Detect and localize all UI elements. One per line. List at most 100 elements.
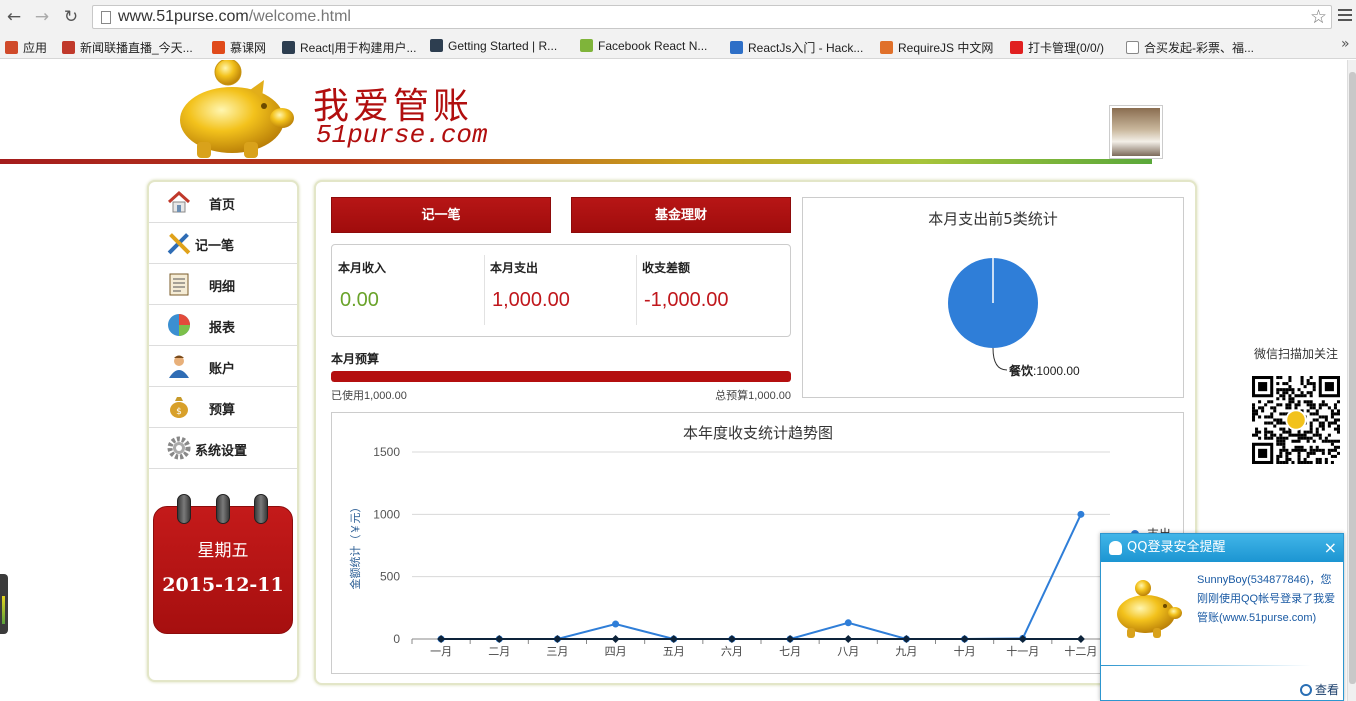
logo-subtitle: 51purse.com	[316, 120, 488, 150]
bookmark-label: 应用	[23, 41, 48, 55]
series-point[interactable]	[786, 635, 795, 643]
sidebar-item-label: 预算	[209, 403, 236, 418]
calendar-widget: 星期五 2015-12-11	[153, 494, 293, 634]
budget-label: 本月预算	[331, 352, 380, 366]
home-icon	[167, 190, 191, 214]
series-point[interactable]	[495, 635, 504, 643]
forward-arrow-icon[interactable]: →	[32, 7, 52, 27]
y-tick-label: 0	[393, 632, 400, 646]
qq-login-popup: QQ登录安全提醒 × SunnyBoy(534877846)，您刚刚使用QQ帐号…	[1100, 533, 1344, 701]
apps-grid-icon	[5, 41, 18, 54]
bookmark-item[interactable]: 新闻联播直播_今天...	[62, 39, 193, 56]
golden-pig-logo-icon[interactable]	[172, 60, 297, 160]
pie-label-connector	[992, 347, 1008, 371]
series-point[interactable]	[727, 635, 736, 643]
sidebar-item[interactable]: 系统设置	[149, 428, 297, 469]
bookmark-label: 慕课网	[230, 41, 267, 55]
url-text[interactable]: www.51purse.com/welcome.html	[118, 8, 351, 26]
bookmark-item[interactable]: 慕课网	[212, 39, 266, 56]
sidebar-item[interactable]: 明细	[149, 264, 297, 305]
record-button[interactable]: 记一笔	[331, 197, 551, 233]
series-point[interactable]	[844, 619, 852, 627]
sidebar-item[interactable]: 首页	[149, 182, 297, 223]
page-scrollbar[interactable]	[1347, 60, 1356, 701]
x-tick-label: 五月	[663, 645, 685, 658]
x-tick-label: 二月	[488, 645, 510, 658]
pie-slice-label: 餐饮:1000.00	[1009, 363, 1080, 378]
react-icon	[282, 41, 295, 54]
expense-value: 1,000.00	[492, 289, 570, 311]
line-chart-panel: 本年度收支统计趋势图 0 500 1000 1500 金额统计（￥元） 一月 二月 三月 四月 五月…	[331, 412, 1184, 674]
bookmark-item[interactable]: 打卡管理(0/0/)	[1010, 39, 1104, 56]
y-tick-label: 1000	[373, 507, 400, 521]
bookmark-label: RequireJS 中文网	[898, 41, 994, 55]
bookmark-label: Getting Started | R...	[448, 39, 558, 53]
sidebar-item-label: 首页	[209, 198, 236, 213]
x-tick-label: 三月	[546, 645, 568, 658]
qq-view-link[interactable]: 查看	[1299, 681, 1339, 698]
sidebar: 首页记一笔明细 报表 账户 $ 预算系统设置 星期五 2015-12-11	[147, 180, 299, 682]
bookmark-label: 合买发起-彩票、福...	[1144, 41, 1254, 55]
x-tick-label: 十一月	[1006, 644, 1039, 658]
ok-icon	[1010, 41, 1023, 54]
bookmark-item[interactable]: ReactJs入门 - Hack...	[730, 39, 863, 56]
series-point[interactable]	[960, 635, 969, 643]
bookmarks-overflow-icon[interactable]: »	[1341, 36, 1350, 52]
y-tick-label: 500	[380, 570, 400, 584]
pencil-ruler-icon	[167, 231, 191, 255]
x-tick-label: 六月	[721, 645, 743, 658]
series-point[interactable]	[611, 635, 620, 643]
x-tick-label: 一月	[430, 645, 452, 658]
summary-expense: 本月支出 1,000.00	[490, 261, 570, 311]
series-point[interactable]	[553, 635, 562, 643]
bookmark-star-icon[interactable]: ☆	[1310, 6, 1327, 28]
bookmark-item[interactable]: React|用于构建用户...	[282, 39, 416, 56]
series-point[interactable]	[1018, 635, 1027, 643]
series-point[interactable]	[669, 635, 678, 643]
bookmark-item[interactable]: Getting Started | R...	[430, 39, 557, 53]
side-handle[interactable]	[0, 574, 8, 634]
leaf-icon	[580, 39, 593, 52]
qr-label: 微信扫描加关注	[1254, 347, 1339, 361]
money-bag-icon: $	[167, 395, 191, 419]
bookmark-label: React|用于构建用户...	[300, 41, 417, 55]
fund-button[interactable]: 基金理财	[571, 197, 791, 233]
series-point[interactable]	[1077, 510, 1085, 518]
qq-close-button[interactable]: ×	[1324, 534, 1337, 562]
bookmark-item[interactable]: RequireJS 中文网	[880, 39, 993, 56]
list-icon	[167, 272, 191, 296]
bookmark-item[interactable]: 应用	[5, 39, 47, 56]
gear-icon	[167, 436, 191, 460]
calendar-weekday: 星期五	[197, 541, 249, 561]
sidebar-item[interactable]: 账户	[149, 346, 297, 387]
qq-popup-title: QQ登录安全提醒	[1127, 540, 1226, 555]
qr-logo-icon	[1285, 409, 1307, 431]
address-bar[interactable]: www.51purse.com/welcome.html ☆	[92, 5, 1332, 29]
page-icon	[101, 11, 111, 24]
back-arrow-icon[interactable]: ←	[4, 7, 24, 27]
series-point[interactable]	[437, 635, 446, 643]
avatar[interactable]	[1109, 105, 1163, 159]
sidebar-item[interactable]: 记一笔	[149, 223, 297, 264]
pie-chart: 餐饮:1000.00	[948, 258, 1080, 378]
series-point[interactable]	[902, 635, 911, 643]
income-value: 0.00	[340, 289, 379, 311]
menu-icon[interactable]	[1338, 9, 1352, 24]
series-point[interactable]	[612, 620, 620, 628]
sidebar-item-label: 系统设置	[195, 444, 248, 459]
header-stripe	[0, 159, 1152, 164]
sidebar-item[interactable]: 报表	[149, 305, 297, 346]
bookmarks-bar: 应用 新闻联播直播_今天... 慕课网 React|用于构建用户... Getting …	[0, 34, 1356, 59]
series-point[interactable]	[844, 635, 853, 643]
page-icon	[1126, 41, 1139, 54]
series-point[interactable]	[1076, 635, 1085, 643]
budget-progress-bar	[331, 371, 791, 382]
bookmark-item[interactable]: Facebook React N...	[580, 39, 707, 53]
monthly-summary: 本月收入 0.00 本月支出 1,000.00 收支差额 -1,000.00	[331, 244, 791, 337]
hack-icon	[730, 41, 743, 54]
bookmark-item[interactable]: 合买发起-彩票、福...	[1126, 39, 1254, 56]
x-tick-label: 八月	[837, 645, 859, 658]
sidebar-item[interactable]: $ 预算	[149, 387, 297, 428]
sidebar-item-label: 记一笔	[195, 239, 235, 254]
reload-icon[interactable]: ↻	[61, 7, 81, 27]
